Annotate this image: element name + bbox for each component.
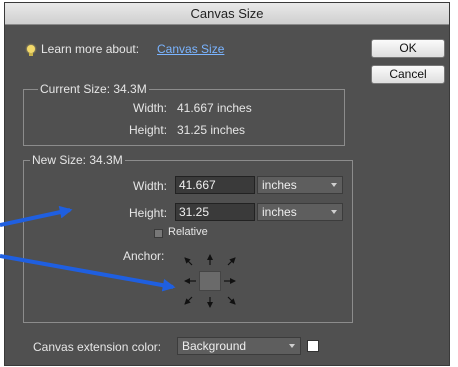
current-height-label: Height: [129,123,168,137]
lightbulb-icon [27,45,35,56]
current-size-group: Current Size: 34.3M [23,82,345,146]
height-unit-value: inches [262,205,297,219]
anchor-grid[interactable] [177,251,243,311]
new-size-label: New Size: 34.3M [30,153,125,167]
extension-color-select[interactable]: Background [177,337,301,355]
extension-color-swatch[interactable] [307,340,319,352]
dialog-title: Canvas Size [190,6,264,21]
title-bar[interactable]: Canvas Size [5,3,449,25]
anchor-arrows [184,254,236,308]
canvas-size-dialog: Canvas Size Learn more about: Canvas Siz… [4,2,450,366]
chevron-down-icon [289,344,295,348]
arrow-sw-icon [184,296,193,305]
width-unit-value: inches [262,178,297,192]
relative-checkbox[interactable] [154,229,163,238]
current-width-value: 41.667 inches [177,101,252,115]
arrow-se-icon [227,296,236,305]
width-unit-select[interactable]: inches [257,176,343,194]
arrow-ne-icon [227,257,236,266]
chevron-down-icon [331,183,337,187]
canvas-size-help-link[interactable]: Canvas Size [157,42,224,56]
new-width-label: Width: [133,179,168,193]
current-size-label: Current Size: 34.3M [38,82,149,96]
extension-color-value: Background [182,339,247,353]
ok-button[interactable]: OK [371,39,445,58]
arrow-nw-icon [184,257,193,266]
anchor-label: Anchor: [123,249,165,263]
height-unit-select[interactable]: inches [257,203,343,221]
height-input[interactable]: 31.25 [175,203,255,221]
extension-color-label: Canvas extension color: [33,340,162,354]
cancel-button[interactable]: Cancel [371,65,445,84]
relative-label: Relative [168,226,208,238]
current-width-label: Width: [133,101,168,115]
current-height-value: 31.25 inches [177,123,246,137]
learn-more-text: Learn more about: [41,42,140,56]
chevron-down-icon [331,210,337,214]
new-height-label: Height: [129,206,168,220]
width-input[interactable]: 41.667 [175,176,255,194]
